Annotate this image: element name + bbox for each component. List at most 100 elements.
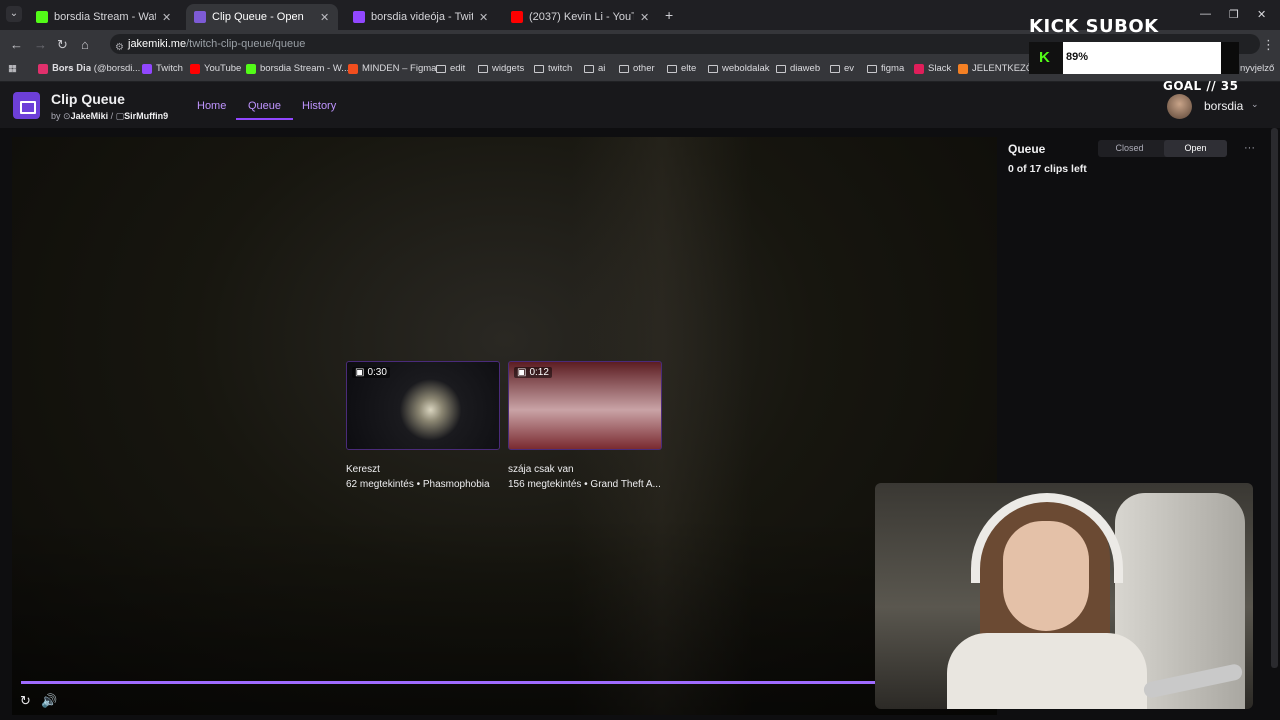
close-icon[interactable]: ✕ [479, 11, 489, 24]
folder-icon [667, 64, 677, 73]
ellipsis-icon[interactable]: ··· [1244, 142, 1255, 154]
scrollbar[interactable] [1271, 128, 1278, 668]
clip-thumbnail[interactable]: ▣ 0:12 [508, 361, 662, 450]
queue-open-option[interactable]: Open [1164, 140, 1227, 157]
clip-icon: ▣ [355, 367, 365, 378]
close-icon[interactable]: ✕ [640, 11, 650, 24]
tab-clip-queue[interactable]: Clip Queue - Open ✕ [186, 4, 338, 30]
github-icon: ⊙ [63, 111, 71, 121]
next-clip-card[interactable]: ▣ 0:30 Kereszt 62 megtekintés • Phasmopho… [346, 361, 500, 490]
bookmark-label: Twitch [156, 63, 183, 74]
kick-favicon-icon [36, 11, 48, 23]
clip-player[interactable]: ▣ 0:30 Kereszt 62 megtekintés • Phasmopho… [12, 137, 997, 715]
bookmark-label: other [633, 63, 655, 74]
replay-icon[interactable]: ↻ [20, 693, 31, 709]
minimize-icon[interactable]: — [1200, 8, 1211, 20]
kick-icon [246, 63, 256, 74]
headphones [971, 493, 1123, 583]
bookmark-folder[interactable]: edit [436, 63, 465, 74]
bookmark-folder[interactable]: diaweb [776, 63, 820, 74]
clip-meta: 156 megtekintés • Grand Theft A... [508, 479, 661, 490]
clip-duration-badge: ▣ 0:12 [514, 367, 552, 378]
clip-title: szája csak van [508, 464, 574, 475]
tab-title: (2037) Kevin Li - YouTube [529, 11, 634, 23]
clip-meta: 62 megtekintés • Phasmophobia [346, 479, 490, 490]
site-info-icon[interactable]: ⚙ [115, 38, 124, 58]
folder-icon [478, 64, 488, 73]
volume-icon[interactable]: 🔊 [41, 693, 57, 709]
folder-icon [584, 64, 594, 73]
nav-history[interactable]: History [302, 100, 336, 112]
apps-grid-icon[interactable]: ▦ [8, 63, 17, 74]
user-name[interactable]: borsdia [1204, 99, 1243, 113]
sub-goal-label: GOAL // 35 [1163, 79, 1239, 93]
avatar[interactable] [1167, 94, 1192, 119]
clip-thumbnail[interactable]: ▣ 0:30 [346, 361, 500, 450]
bookmark-item[interactable]: MINDEN – Figma [348, 63, 436, 74]
close-icon[interactable]: ✕ [320, 11, 330, 24]
tab-title: borsdia videója - Twitch [371, 11, 473, 23]
bookmark-item[interactable]: Twitch [142, 63, 183, 74]
queue-closed-option[interactable]: Closed [1098, 140, 1161, 157]
nav-queue[interactable]: Queue [236, 100, 294, 120]
bookmark-label: diaweb [790, 63, 821, 74]
next-clip-card[interactable]: ▣ 0:12 szája csak van 156 megtekintés • G… [508, 361, 662, 490]
home-icon[interactable]: ⌂ [81, 37, 89, 52]
clip-title: Kereszt [346, 464, 380, 475]
kick-logo-icon [1029, 42, 1063, 74]
bookmark-folder[interactable]: widgets [478, 63, 524, 74]
chevron-down-icon[interactable]: ⌄ [1251, 99, 1259, 110]
bookmark-folder[interactable]: ev [830, 63, 854, 74]
bookmark-folder[interactable]: ai [584, 63, 605, 74]
bookmark-label: edit [450, 63, 466, 74]
clip-queue-logo-icon[interactable] [13, 92, 40, 119]
bookmark-item[interactable]: 𝐁𝐨𝐫𝐬 𝐃𝐢𝐚 (@borsdi... [38, 63, 140, 74]
bookmark-label: weboldalak [722, 63, 770, 74]
clip-queue-favicon-icon [194, 11, 206, 23]
tab-youtube[interactable]: (2037) Kevin Li - YouTube ✕ [503, 4, 658, 30]
sub-goal-percent: 89% [1066, 51, 1089, 63]
bookmark-folder[interactable]: other [619, 63, 655, 74]
tab-kick-stream[interactable]: borsdia Stream - Watch Live on ✕ [28, 4, 180, 30]
folder-icon [534, 64, 544, 73]
tab-twitch-video[interactable]: borsdia videója - Twitch ✕ [345, 4, 497, 30]
bookmark-label: MINDEN – Figma [362, 63, 437, 74]
bookmark-folder[interactable]: elte [667, 63, 696, 74]
bookmark-label: YouTube [204, 63, 242, 74]
youtube-favicon-icon [511, 11, 523, 23]
url-host: jakemiki.me [128, 38, 187, 50]
bookmark-folder[interactable]: weboldalak [708, 63, 770, 74]
forward-icon[interactable]: → [34, 37, 47, 52]
tab-list-button[interactable]: ⌄ [6, 6, 22, 22]
restore-icon[interactable]: ❐ [1229, 8, 1239, 21]
author-link-sirmuffin9[interactable]: SirMuffin9 [124, 111, 168, 121]
folder-icon [830, 64, 840, 73]
tab-title: Clip Queue - Open [212, 11, 304, 23]
instagram-icon [38, 63, 48, 74]
nav-home[interactable]: Home [197, 100, 226, 112]
bookmark-label: widgets [492, 63, 525, 74]
url-path: /twitch-clip-queue/queue [186, 38, 306, 50]
sub-goal-bar-end [1221, 42, 1239, 74]
bookmark-folder[interactable]: nyvjelző [1240, 63, 1274, 74]
bookmark-item[interactable]: YouTube [190, 63, 241, 74]
bookmark-item[interactable]: Slack [914, 63, 951, 74]
bookmark-label: 𝐁𝐨𝐫𝐬 𝐃𝐢𝐚 (@borsdi... [52, 63, 141, 74]
bookmark-label: borsdia Stream - W... [260, 63, 350, 74]
bookmark-item[interactable]: borsdia Stream - W... [246, 63, 349, 74]
reload-icon[interactable]: ↻ [57, 37, 68, 53]
bookmark-folder[interactable]: figma [867, 63, 904, 74]
form-icon [958, 63, 968, 74]
bookmark-folder[interactable]: twitch [534, 63, 572, 74]
twitch-favicon-icon [353, 11, 365, 23]
browser-menu-icon[interactable]: ⋮ [1262, 37, 1275, 53]
queue-open-toggle[interactable]: Closed Open [1098, 140, 1227, 157]
by-label: by [51, 111, 61, 121]
window-close-icon[interactable]: ✕ [1257, 8, 1266, 21]
close-icon[interactable]: ✕ [162, 11, 172, 24]
author-link-jakemiki[interactable]: JakeMiki [71, 111, 109, 121]
new-tab-icon[interactable]: + [665, 7, 673, 23]
webcam-overlay [875, 483, 1253, 709]
back-icon[interactable]: ← [10, 37, 23, 52]
playback-progress-bar[interactable] [21, 681, 875, 684]
